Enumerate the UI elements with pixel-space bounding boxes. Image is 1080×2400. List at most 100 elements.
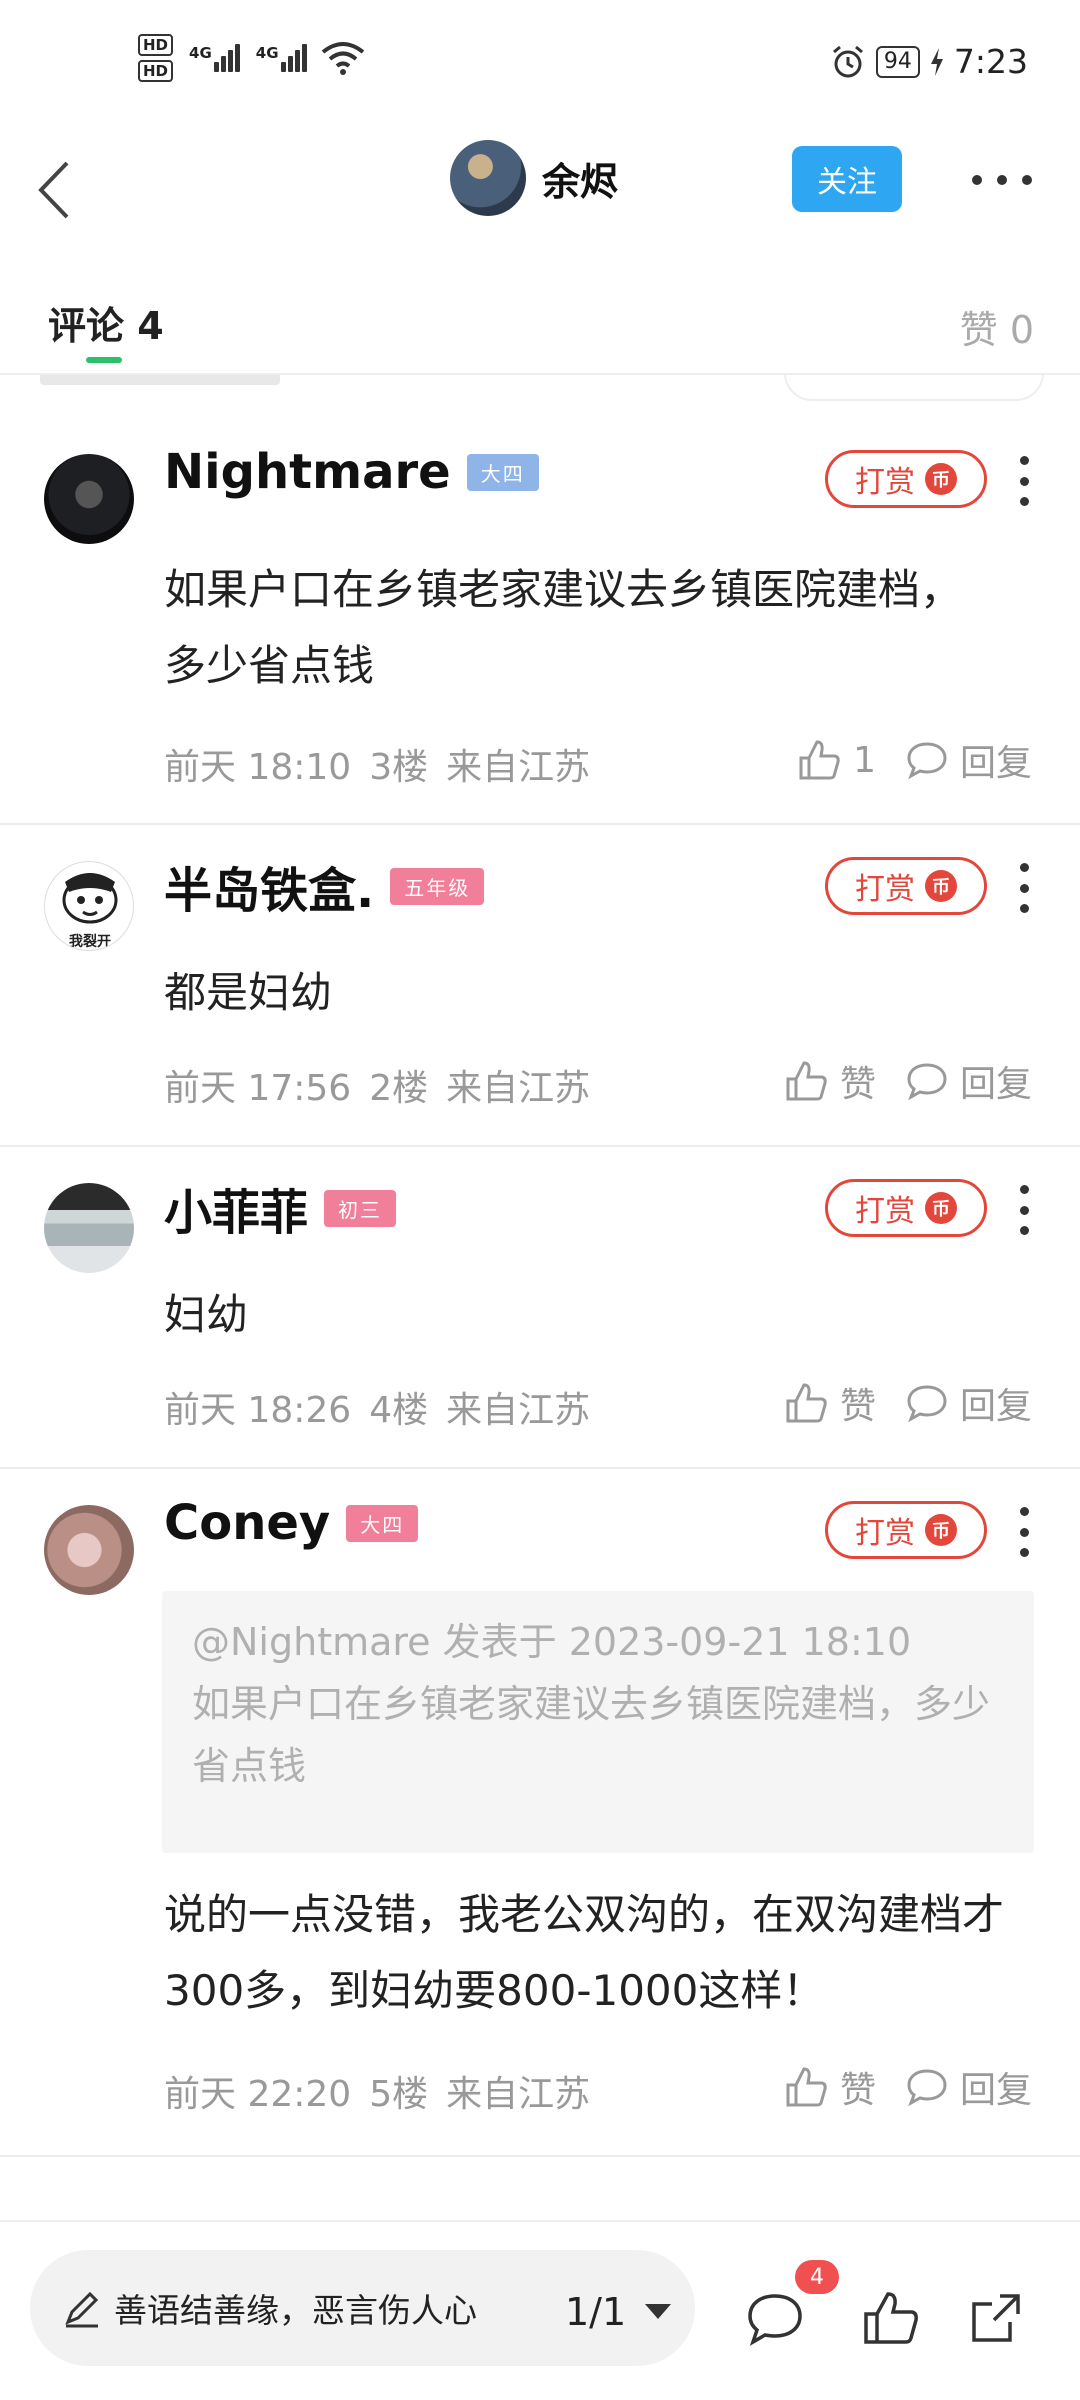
comment-meta: 前天 18:10 3楼 来自江苏 — [164, 738, 590, 790]
status-bar: HD HD 4G 4G 94 7:23 — [0, 0, 1080, 130]
author-name[interactable]: 半岛铁盒. — [164, 851, 374, 921]
comment-author[interactable]: 半岛铁盒. 五年级 — [164, 851, 485, 921]
coin-icon: 币 — [925, 870, 957, 902]
avatar[interactable] — [44, 1183, 134, 1273]
top-nav: 余烬 关注 — [0, 130, 1080, 250]
more-icon — [972, 175, 982, 185]
comment-more-button[interactable] — [1017, 1185, 1031, 1235]
avatar-image: 我裂开 — [62, 873, 118, 950]
comment-author[interactable]: Nightmare 大四 — [164, 444, 539, 500]
like-label: 赞 — [839, 1064, 876, 1105]
tip-button[interactable]: 打赏 币 — [825, 450, 987, 508]
clock: 7:23 — [953, 42, 1028, 81]
comment-item: Coney 大四 打赏 币 @Nightmare 发表于 2023-09-21 … — [0, 1471, 1080, 2157]
sort-bar-peek — [0, 375, 1080, 405]
author-name[interactable]: Nightmare — [164, 444, 451, 500]
like-button[interactable]: 赞 — [784, 1055, 876, 1107]
comment-more-button[interactable] — [1017, 1507, 1031, 1557]
page-indicator[interactable]: 1/1 — [565, 2290, 626, 2334]
reply-label: 回复 — [959, 1064, 1032, 1105]
like-label: 赞 — [839, 2070, 876, 2111]
avatar[interactable] — [450, 140, 526, 216]
tab-comments[interactable]: 评论 4 — [48, 295, 164, 350]
tip-button[interactable]: 打赏 币 — [825, 1501, 987, 1559]
avatar-text: 我裂开 — [69, 933, 111, 950]
comment-actions: 赞 回复 — [784, 1377, 1032, 1429]
reply-label: 回复 — [959, 743, 1032, 784]
level-badge: 初三 — [324, 1189, 397, 1227]
comment-floor: 3楼 — [369, 747, 429, 788]
comment-icon — [907, 1385, 947, 1423]
back-button[interactable] — [24, 150, 84, 230]
avatar[interactable] — [44, 1505, 134, 1595]
comment-meta: 前天 18:26 4楼 来自江苏 — [164, 1381, 590, 1433]
author-info[interactable]: 余烬 — [450, 140, 618, 216]
tip-button[interactable]: 打赏 币 — [825, 857, 987, 915]
thumbs-up-icon — [786, 1061, 827, 1101]
coin-icon: 币 — [925, 1192, 957, 1224]
comment-text: 都是妇幼 — [164, 968, 333, 1017]
hd-badge-2: HD — [138, 60, 174, 82]
comment-meta: 前天 17:56 2楼 来自江苏 — [164, 1059, 590, 1111]
comment-time: 前天 18:26 — [164, 1390, 352, 1431]
hd-badge-1: HD — [138, 34, 174, 56]
comment-icon — [907, 1063, 947, 1101]
kebab-icon — [1019, 456, 1029, 465]
share-icon[interactable] — [966, 2288, 1026, 2348]
thumbs-up-icon[interactable] — [860, 2288, 920, 2348]
more-button[interactable] — [972, 160, 1032, 200]
follow-button[interactable]: 关注 — [792, 146, 902, 212]
author-name[interactable]: 余烬 — [542, 151, 618, 206]
comment-location: 来自江苏 — [446, 747, 591, 788]
comment-more-button[interactable] — [1017, 863, 1031, 913]
author-name[interactable]: Coney — [164, 1495, 330, 1551]
comment-time: 前天 22:20 — [164, 2074, 352, 2115]
comment-actions: 赞 回复 — [784, 1055, 1032, 1107]
reply-button[interactable]: 回复 — [906, 734, 1032, 786]
like-button[interactable]: 赞 — [784, 2061, 876, 2113]
hd-indicators: HD HD — [138, 34, 174, 82]
chevron-down-icon[interactable] — [645, 2304, 671, 2319]
kebab-icon — [1019, 1185, 1029, 1194]
coin-icon: 币 — [925, 463, 957, 495]
tip-button[interactable]: 打赏 币 — [825, 1179, 987, 1237]
comment-text: 如果户口在乡镇老家建议去乡镇医院建档，多少省点钱 — [164, 565, 963, 690]
reply-button[interactable]: 回复 — [906, 2061, 1032, 2113]
kebab-icon — [1019, 863, 1029, 872]
like-button[interactable]: 1 — [797, 738, 876, 782]
like-count: 1 — [853, 739, 876, 781]
quoted-comment[interactable]: @Nightmare 发表于 2023-09-21 18:10 如果户口在乡镇老… — [162, 1591, 1034, 1853]
comment-author[interactable]: 小菲菲 初三 — [164, 1173, 397, 1243]
comment-item: 我裂开 半岛铁盒. 五年级 打赏 币 都是妇幼 前天 17:56 2楼 来自江苏… — [0, 827, 1080, 1147]
comment-icon — [907, 742, 947, 780]
comment-more-button[interactable] — [1017, 456, 1031, 506]
avatar[interactable]: 我裂开 — [44, 861, 134, 951]
signal-icon-sim2: 4G — [256, 44, 307, 72]
tab-likes[interactable]: 赞 0 — [960, 299, 1034, 354]
reply-button[interactable]: 回复 — [906, 1377, 1032, 1429]
comment-actions: 1 回复 — [797, 734, 1032, 786]
comment-time: 前天 17:56 — [164, 1068, 352, 1109]
reply-button[interactable]: 回复 — [906, 1055, 1032, 1107]
tab-bar: 评论 4 赞 0 — [0, 285, 1080, 375]
network-type-1: 4G — [189, 44, 212, 62]
reply-label: 回复 — [959, 2070, 1032, 2111]
like-button[interactable]: 赞 — [784, 1377, 876, 1429]
signal-icon-sim1: 4G — [189, 44, 240, 72]
thumbs-up-icon — [799, 740, 840, 780]
comment-text: 说的一点没错，我老公双沟的，在双沟建档才300多，到妇幼要800-1000这样！ — [164, 1890, 1005, 2015]
comment-time: 前天 18:10 — [164, 747, 352, 788]
level-badge: 大四 — [346, 1504, 419, 1542]
bottom-bar: 善语结善缘，恶言伤人心 1/1 4 — [0, 2220, 1080, 2400]
comment-floor: 2楼 — [369, 1068, 429, 1109]
tab-active-indicator — [86, 357, 122, 363]
author-name[interactable]: 小菲菲 — [164, 1173, 308, 1243]
avatar[interactable] — [44, 454, 134, 544]
back-icon — [38, 161, 69, 219]
comment-author[interactable]: Coney 大四 — [164, 1495, 419, 1551]
thumbs-up-icon — [786, 1383, 827, 1423]
level-badge: 大四 — [466, 453, 539, 491]
pen-icon — [65, 2291, 99, 2328]
comment-icon[interactable] — [745, 2288, 805, 2348]
wifi-icon — [321, 42, 364, 75]
